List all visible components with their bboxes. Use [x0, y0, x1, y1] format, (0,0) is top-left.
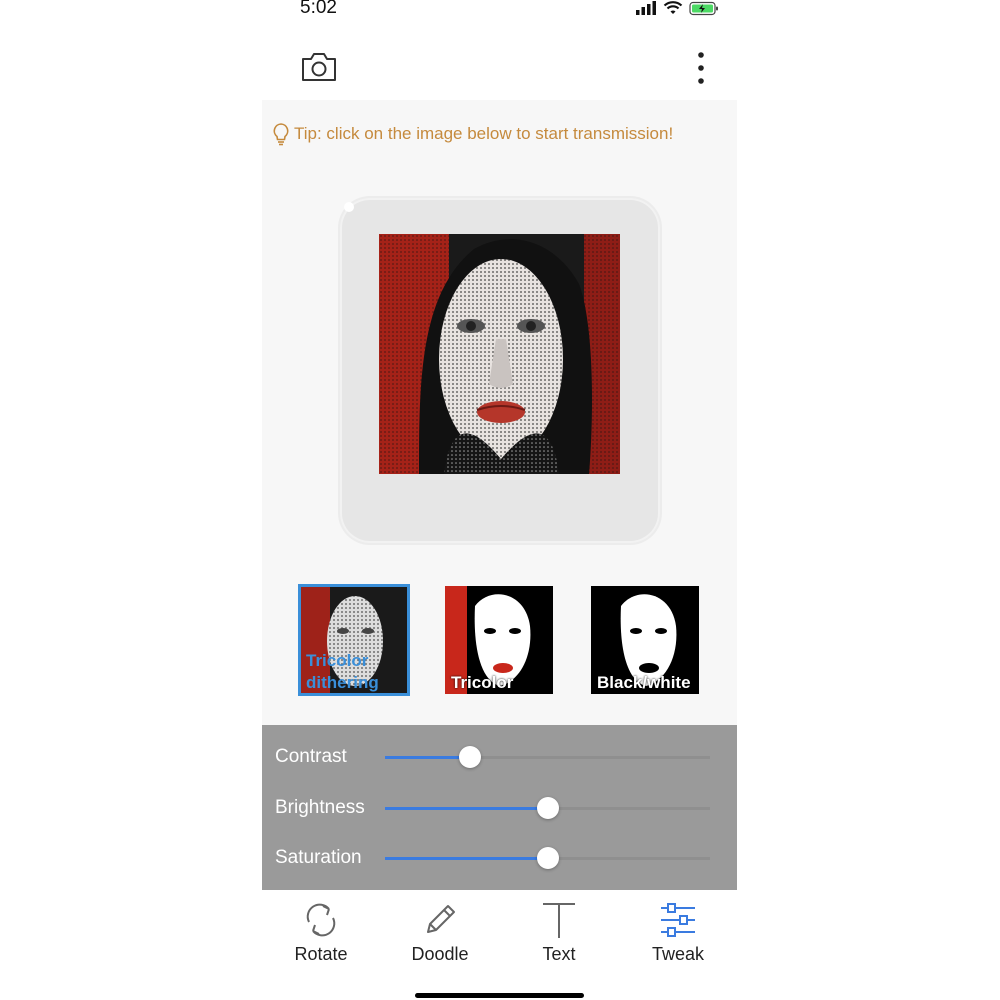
bottom-toolbar: Rotate Doodle Text Tweak — [262, 890, 737, 970]
nav-label: Text — [542, 944, 576, 964]
contrast-label: Contrast — [275, 746, 347, 767]
nav-label: Tweak — [651, 944, 705, 964]
home-indicator[interactable] — [415, 993, 584, 998]
slider-fill — [385, 857, 548, 860]
mode-tricolor-dithering[interactable]: Tricolor dithering — [298, 584, 410, 696]
slider-knob[interactable] — [536, 847, 559, 869]
rotate-button[interactable]: Rotate — [262, 900, 380, 965]
saturation-slider[interactable] — [385, 847, 710, 869]
slider-knob[interactable] — [536, 797, 559, 819]
eink-device-frame — [340, 198, 660, 543]
slider-fill — [385, 807, 548, 810]
portrait-image — [379, 234, 620, 474]
contrast-slider-row: Contrast — [262, 739, 737, 775]
signal-icon — [636, 1, 656, 15]
mode-label: Tricolor dithering — [306, 651, 379, 692]
contrast-slider[interactable] — [385, 746, 710, 768]
saturation-label: Saturation — [275, 847, 362, 868]
tweak-button[interactable]: Tweak — [619, 900, 737, 965]
app-screen: 5:02 Tip: click on the image below to st… — [262, 0, 737, 1000]
mode-tricolor[interactable]: Tricolor — [445, 586, 553, 694]
wifi-icon — [663, 1, 683, 14]
mode-black-white[interactable]: Black/white — [591, 586, 699, 694]
rotate-icon — [306, 903, 336, 937]
slider-knob[interactable] — [458, 746, 481, 768]
device-indicator — [344, 202, 354, 212]
mode-selector: Tricolor dithering Tricolor Black/white — [298, 584, 700, 696]
text-button[interactable]: Text — [500, 900, 618, 965]
sliders-icon — [661, 903, 695, 937]
lightbulb-icon — [273, 123, 289, 146]
preview-area: Tip: click on the image below to start t… — [262, 100, 737, 725]
nav-label: Doodle — [411, 944, 469, 964]
tweak-panel: Contrast Brightness Saturation — [262, 725, 737, 890]
brightness-label: Brightness — [275, 797, 365, 818]
status-icons — [635, 0, 719, 16]
saturation-slider-row: Saturation — [262, 840, 737, 876]
brightness-slider-row: Brightness — [262, 790, 737, 826]
mode-label: Black/white — [597, 673, 691, 692]
tip-text: Tip: click on the image below to start t… — [294, 124, 674, 143]
more-options-icon[interactable] — [695, 50, 707, 86]
battery-icon — [689, 1, 718, 15]
transmit-image-preview[interactable] — [379, 234, 620, 474]
doodle-button[interactable]: Doodle — [381, 900, 499, 965]
camera-icon[interactable] — [300, 50, 338, 84]
pencil-icon — [427, 905, 455, 933]
tip-banner: Tip: click on the image below to start t… — [272, 122, 673, 146]
slider-fill — [385, 756, 470, 759]
brightness-slider[interactable] — [385, 797, 710, 819]
text-icon — [543, 903, 575, 938]
status-time: 5:02 — [300, 0, 337, 18]
mode-label: Tricolor — [451, 673, 514, 692]
nav-label: Rotate — [294, 944, 348, 964]
